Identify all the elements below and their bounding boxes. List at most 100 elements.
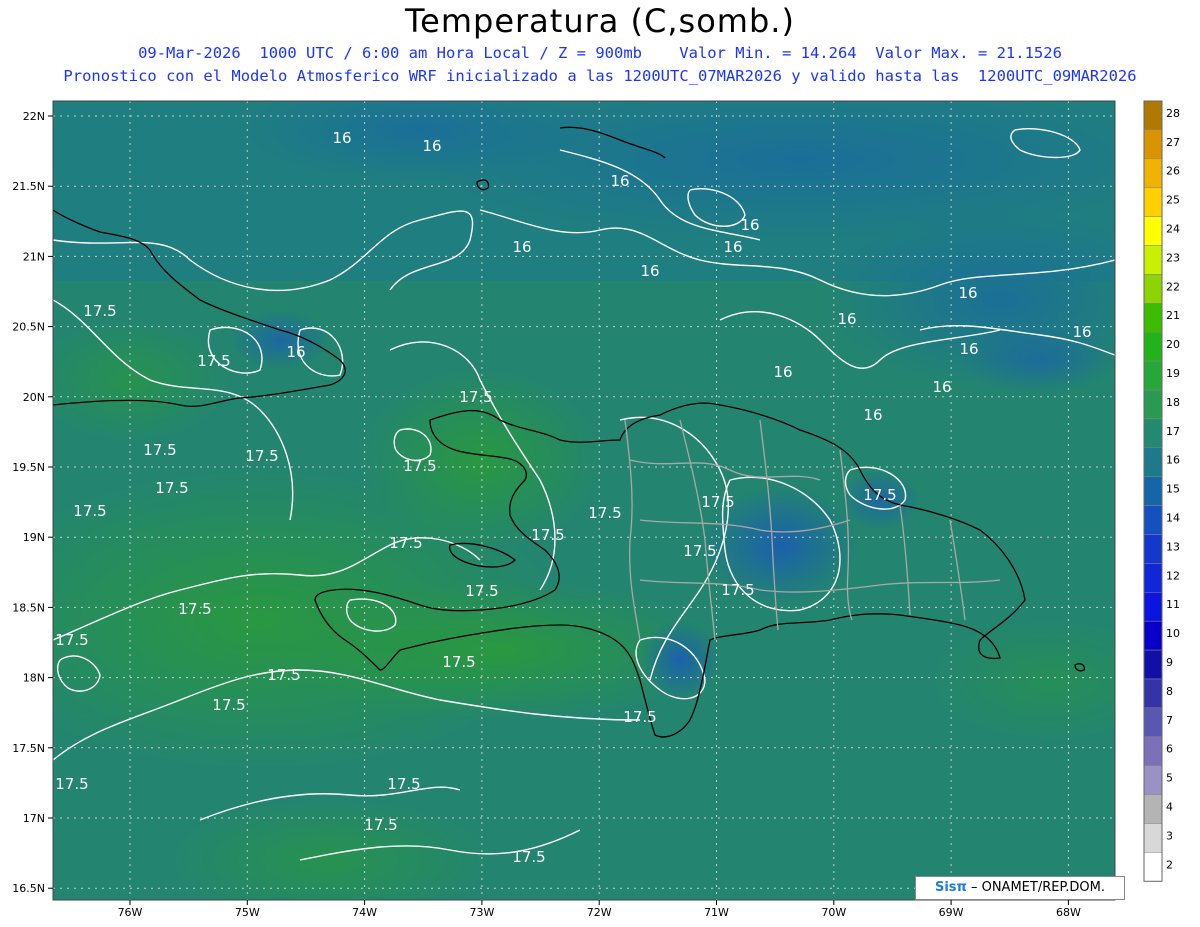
colorbar-label: 28 — [1166, 107, 1180, 120]
colorbar-swatch — [1143, 707, 1163, 738]
colorbar-label: 15 — [1166, 483, 1180, 496]
lat-tick-label: 17.5N — [12, 742, 45, 755]
colorbar-swatch — [1143, 563, 1163, 593]
colorbar-label: 18 — [1166, 396, 1180, 409]
credit-box: Sisπ – ONAMET/REP.DOM. — [915, 876, 1125, 900]
contour-label: 17.5 — [197, 352, 230, 370]
colorbar-swatch — [1143, 187, 1163, 217]
contour-label: 17.5 — [143, 441, 176, 459]
lat-tick-label: 21N — [23, 250, 45, 263]
colorbar-label: 11 — [1166, 598, 1180, 611]
colorbar-swatch — [1143, 794, 1163, 824]
contour-label: 17.5 — [403, 457, 436, 475]
contour-label: 16 — [640, 262, 659, 280]
colorbar-swatch — [1143, 129, 1163, 160]
contour-label: 17.5 — [442, 653, 475, 671]
colorbar-label: 19 — [1166, 367, 1180, 380]
colorbar-label: 10 — [1166, 627, 1180, 640]
contour-label: 16 — [958, 284, 977, 302]
lon-tick-label: 68W — [1056, 906, 1081, 919]
colorbar-swatch — [1143, 447, 1163, 477]
contour-label: 17.5 — [623, 708, 656, 726]
colorbar-label: 3 — [1166, 829, 1173, 842]
longitude-axis: 76W 75W 74W 73W 72W 71W 70W 69W 68W — [118, 900, 1081, 919]
lat-tick-label: 19.5N — [12, 461, 45, 474]
lon-tick-label: 71W — [704, 906, 729, 919]
colorbar-swatch — [1143, 274, 1163, 304]
contour-label: 16 — [740, 216, 759, 234]
contour-label: 16 — [422, 137, 441, 155]
colorbar-swatch — [1143, 331, 1163, 362]
contour-label: 16 — [959, 340, 978, 358]
colorbar: 2827262524232221201918171615141312111098… — [1143, 100, 1180, 882]
temperature-map: 16 16 16 16 16 16 16 16 16 16 16 16 16 16 16 17.5 17.5 17… — [12, 100, 1180, 919]
colorbar-label: 26 — [1166, 165, 1180, 178]
contour-label: 17.5 — [55, 631, 88, 649]
colorbar-swatch — [1143, 765, 1163, 795]
colorbar-label: 14 — [1166, 511, 1180, 524]
contour-label: 17.5 — [83, 302, 116, 320]
contour-label: 17.5 — [531, 526, 564, 544]
contour-label: 16 — [863, 406, 882, 424]
contour-label: 17.5 — [73, 502, 106, 520]
lon-tick-label: 76W — [118, 906, 143, 919]
colorbar-swatch — [1143, 158, 1163, 188]
latitude-axis: 22N 21.5N 21N 20.5N 20N 19.5N 19N 18.5N 18N 17.5N… — [12, 110, 53, 895]
colorbar-swatch — [1143, 303, 1163, 333]
colorbar-label: 23 — [1166, 251, 1180, 264]
colorbar-label: 27 — [1166, 136, 1180, 149]
contour-label: 16 — [286, 343, 305, 361]
colorbar-label: 21 — [1166, 309, 1180, 322]
colorbar-label: 8 — [1166, 685, 1173, 698]
colorbar-swatch — [1143, 678, 1163, 709]
lon-tick-label: 69W — [939, 906, 964, 919]
colorbar-label: 7 — [1166, 714, 1173, 727]
contour-label: 17.5 — [512, 848, 545, 866]
colorbar-label: 16 — [1166, 454, 1180, 467]
lat-tick-label: 19N — [23, 531, 45, 544]
contour-label: 17.5 — [178, 600, 211, 618]
lon-tick-label: 75W — [235, 906, 260, 919]
colorbar-swatch — [1143, 649, 1163, 680]
contour-label: 17.5 — [245, 447, 278, 465]
colorbar-label: 4 — [1166, 800, 1173, 813]
colorbar-swatch — [1143, 505, 1163, 535]
contour-label: 17.5 — [465, 582, 498, 600]
colorbar-swatch — [1143, 620, 1163, 651]
contour-label: 17.5 — [459, 388, 492, 406]
lat-tick-label: 18N — [23, 672, 45, 685]
colorbar-label: 5 — [1166, 772, 1173, 785]
colorbar-label: 22 — [1166, 280, 1180, 293]
contour-label: 17.5 — [588, 504, 621, 522]
contour-label: 17.5 — [267, 666, 300, 684]
contour-label: 16 — [332, 129, 351, 147]
colorbar-swatch — [1143, 534, 1163, 564]
contour-label: 16 — [932, 378, 951, 396]
temperature-field — [53, 101, 1115, 900]
credit-text: – ONAMET/REP.DOM. — [970, 880, 1105, 895]
contour-label: 17.5 — [863, 486, 896, 504]
lat-tick-label: 17N — [23, 812, 45, 825]
colorbar-swatch — [1143, 592, 1163, 622]
lat-tick-label: 21.5N — [12, 180, 45, 193]
colorbar-label: 9 — [1166, 656, 1173, 669]
contour-label: 17.5 — [721, 581, 754, 599]
contour-label: 16 — [1072, 323, 1091, 341]
colorbar-swatch — [1143, 245, 1163, 275]
colorbar-swatch — [1143, 389, 1163, 420]
lat-tick-label: 18.5N — [12, 601, 45, 614]
contour-label: 16 — [837, 310, 856, 328]
colorbar-swatch — [1143, 852, 1163, 882]
colorbar-label: 12 — [1166, 569, 1180, 582]
colorbar-label: 17 — [1166, 425, 1180, 438]
colorbar-swatch — [1143, 476, 1163, 506]
contour-label: 16 — [610, 172, 629, 190]
contour-label: 17.5 — [683, 542, 716, 560]
lat-tick-label: 20N — [23, 391, 45, 404]
sispi-logo: Sisπ — [934, 880, 967, 895]
lon-tick-label: 73W — [469, 906, 494, 919]
contour-label: 17.5 — [701, 493, 734, 511]
colorbar-label: 24 — [1166, 222, 1180, 235]
colorbar-label: 20 — [1166, 338, 1180, 351]
colorbar-swatch — [1143, 823, 1163, 853]
